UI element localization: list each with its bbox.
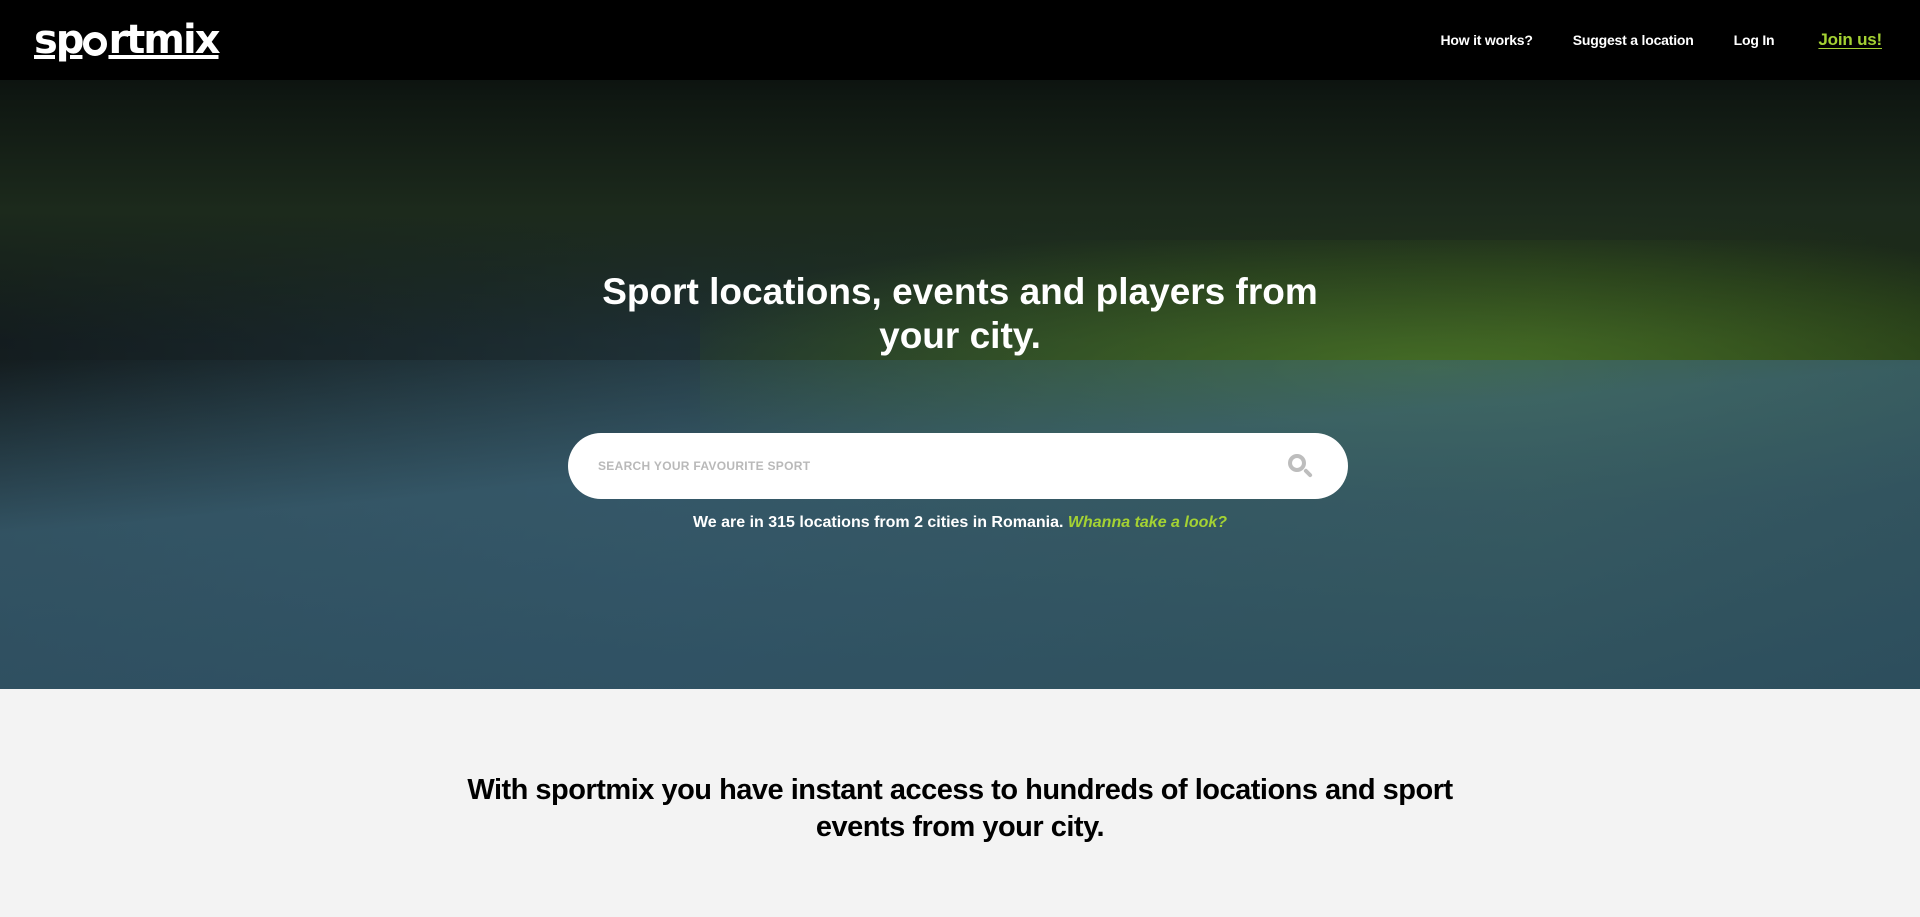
stats-text: We are in 315 locations from 2 cities in…: [692, 514, 1064, 531]
sport-search-box: [568, 433, 1348, 499]
location-stats: We are in 315 locations from 2 cities in…: [560, 514, 1360, 532]
main-nav: How it works? Suggest a location Log In …: [1400, 30, 1882, 50]
logo-text-suffix: rtmix: [108, 17, 220, 63]
logo-ring-icon: [83, 32, 108, 56]
logo-text-prefix: sp: [34, 17, 84, 63]
nav-log-in[interactable]: Log In: [1734, 32, 1775, 48]
sport-search-input[interactable]: [598, 459, 1286, 473]
hero-content: Sport locations, events and players from…: [0, 80, 1920, 689]
hero-title: Sport locations, events and players from…: [602, 271, 1318, 356]
hero-section: Sport locations, events and players from…: [0, 80, 1920, 689]
top-navigation-bar: sp rtmix How it works? Suggest a location…: [0, 0, 1920, 80]
nav-join-us[interactable]: Join us!: [1818, 30, 1882, 50]
nav-how-it-works[interactable]: How it works?: [1440, 32, 1532, 48]
search-icon-handle: [1303, 468, 1313, 478]
sportmix-logo[interactable]: sp rtmix: [34, 0, 221, 80]
nav-suggest-location[interactable]: Suggest a location: [1573, 32, 1694, 48]
take-a-look-link[interactable]: Whanna take a look?: [1068, 514, 1227, 531]
intro-heading: With sportmix you have instant access to…: [467, 774, 1453, 843]
search-icon[interactable]: [1286, 452, 1314, 480]
